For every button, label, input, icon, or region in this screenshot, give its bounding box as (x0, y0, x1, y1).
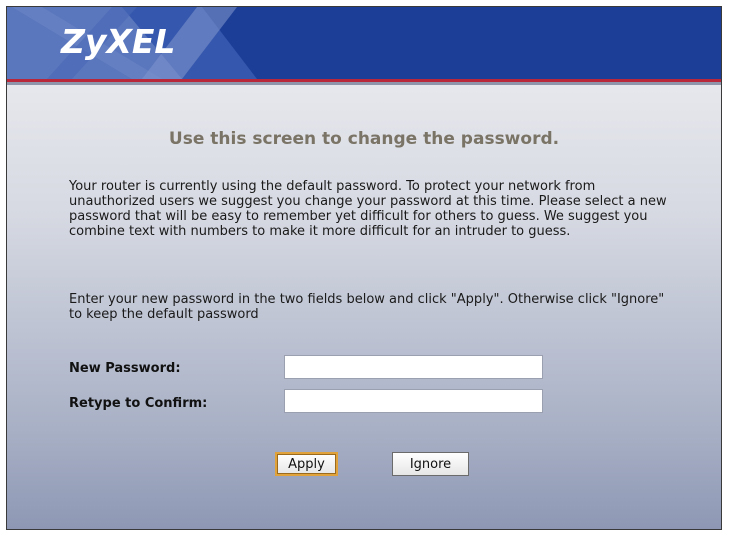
page-title: Use this screen to change the password. (168, 129, 560, 149)
new-password-label: New Password: (69, 361, 181, 376)
zyxel-logo: ZyXEL (61, 22, 176, 61)
confirm-password-label: Retype to Confirm: (69, 396, 208, 411)
header-shadow (7, 82, 721, 85)
confirm-password-input[interactable] (284, 389, 543, 413)
instruction-paragraph: Enter your new password in the two field… (69, 292, 665, 322)
header-banner: ZyXEL (7, 7, 721, 79)
password-change-page: ZyXEL Use this screen to change the pass… (6, 6, 722, 530)
apply-button[interactable]: Apply (275, 452, 338, 476)
ignore-button[interactable]: Ignore (392, 452, 469, 476)
info-paragraph: Your router is currently using the defau… (69, 179, 667, 239)
new-password-input[interactable] (284, 355, 543, 379)
